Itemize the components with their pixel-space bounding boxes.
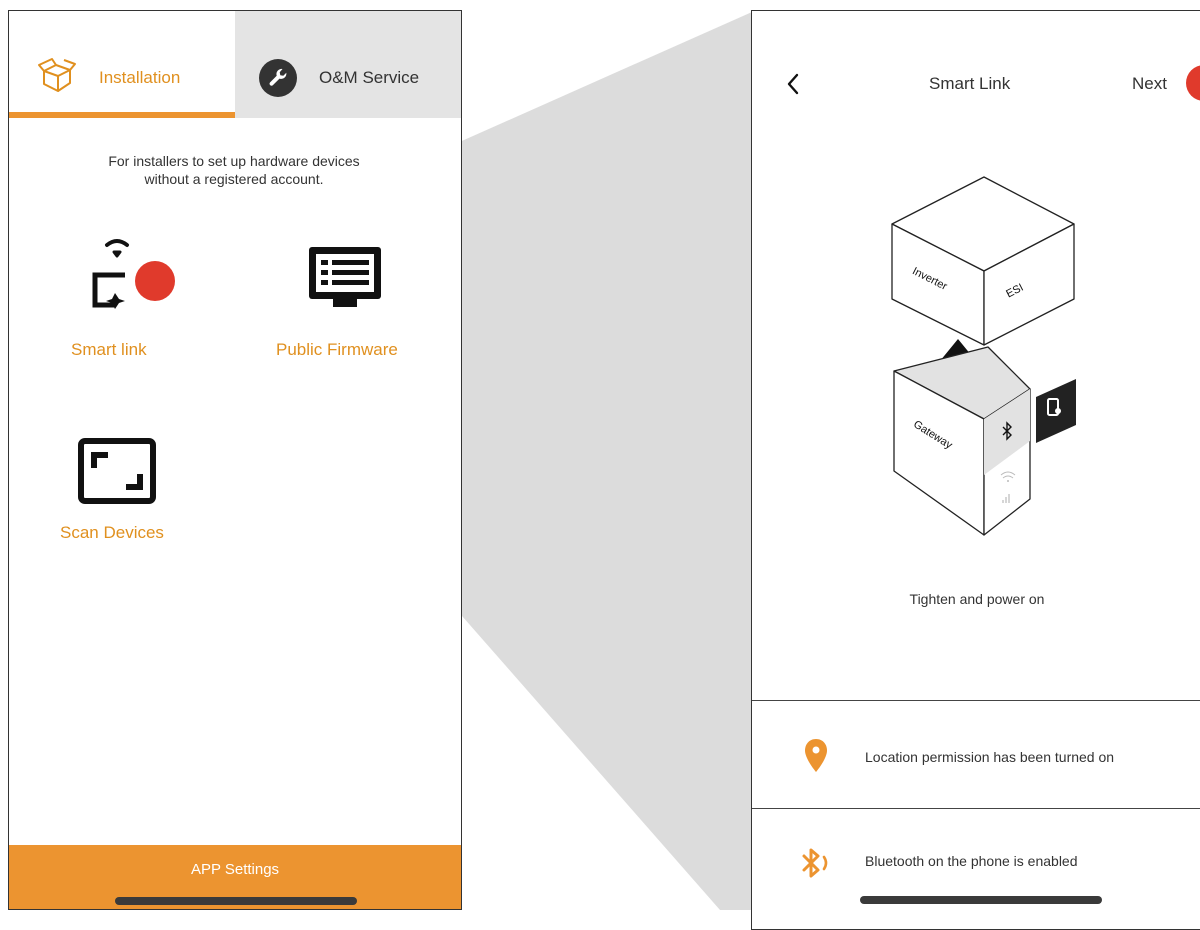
divider [752,808,1200,809]
page-title: Smart Link [929,74,1011,93]
description-line-1: For installers to set up hardware device… [108,153,360,169]
installer-screen: Installation O&M Service For installers … [8,10,462,910]
tab-om-service-label: O&M Service [319,68,420,87]
home-indicator [115,897,357,905]
scan-frame-icon [78,438,156,504]
highlight-dot [1186,65,1200,101]
active-tab-indicator [9,112,235,118]
public-firmware-label: Public Firmware [276,340,398,359]
description-line-2: without a registered account. [144,171,324,187]
installer-description: For installers to set up hardware device… [49,152,419,188]
tab-installation-label: Installation [99,68,181,87]
tab-bar: Installation O&M Service [9,11,461,118]
instruction-caption: Tighten and power on [909,591,1045,607]
smart-link-label: Smart link [71,340,147,359]
scan-devices-label: Scan Devices [60,523,164,542]
highlight-dot [135,261,175,301]
smart-link-screen: Smart Link Next Inverter ESI Gateway Tig… [751,10,1200,930]
bluetooth-icon [802,848,828,878]
box-icon [38,58,76,92]
smart-link-icon [92,239,175,309]
location-pin-icon [805,739,827,772]
tab-installation[interactable]: Installation [9,11,235,118]
app-settings-label: APP Settings [190,861,280,878]
tab-om-service[interactable]: O&M Service [235,11,461,118]
firmware-monitor-icon [309,247,381,307]
location-permission-text: Location permission has been turned on [865,749,1115,765]
home-indicator [860,896,1102,904]
divider [752,700,1200,701]
gateway-illustration [891,176,1076,536]
bluetooth-permission-text: Bluetooth on the phone is enabled [865,853,1078,869]
wrench-icon [259,59,297,97]
back-icon[interactable] [786,73,800,95]
next-button[interactable]: Next [1132,74,1167,94]
